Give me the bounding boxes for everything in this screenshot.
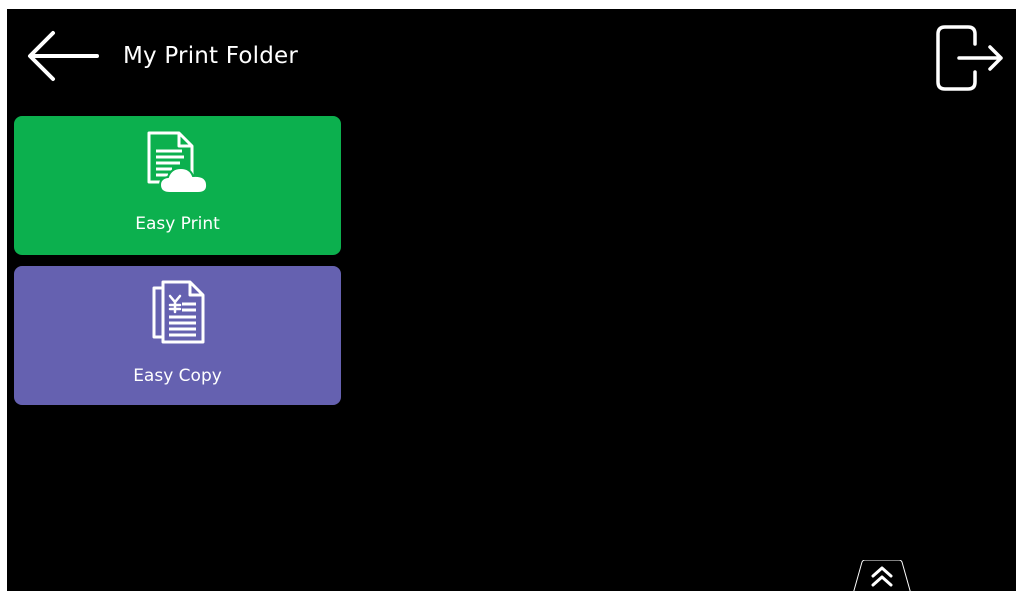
easy-copy-tile[interactable]: Easy Copy — [14, 266, 341, 405]
double-chevron-up-icon — [853, 560, 911, 591]
print-folder-screen: My Print Folder Easy Print Easy Copy — [7, 9, 1016, 591]
page-title: My Print Folder — [123, 43, 299, 69]
document-cloud-icon — [147, 131, 208, 194]
easy-print-label: Easy Print — [135, 214, 220, 234]
copy-documents-icon — [152, 280, 204, 344]
easy-copy-label: Easy Copy — [133, 366, 222, 386]
logout-icon — [936, 25, 1003, 91]
scroll-up-button[interactable] — [853, 560, 911, 591]
back-button[interactable] — [25, 29, 99, 83]
arrow-left-icon — [28, 31, 99, 81]
logout-button[interactable] — [931, 23, 1007, 93]
easy-print-tile[interactable]: Easy Print — [14, 116, 341, 255]
